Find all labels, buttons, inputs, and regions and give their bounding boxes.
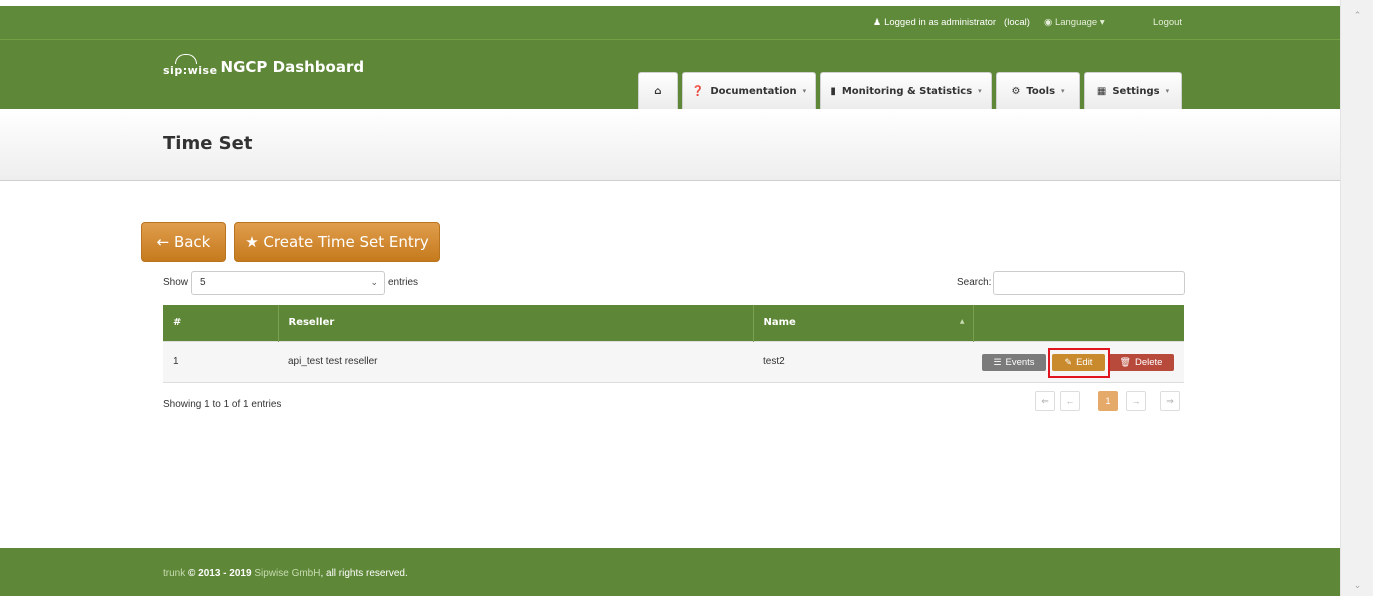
column-header-reseller[interactable]: Reseller: [278, 305, 754, 341]
caret-down-icon: ▾: [1061, 87, 1065, 95]
nav-tools-label: Tools: [1026, 85, 1056, 97]
home-icon: ⌂: [654, 85, 662, 97]
signal-bars-icon: ▮: [830, 85, 836, 97]
delete-label: Delete: [1134, 357, 1163, 368]
pager-prev[interactable]: ←: [1060, 391, 1080, 411]
gear-icon: ⚙: [1011, 85, 1021, 97]
question-icon: ❓: [691, 85, 705, 97]
rights-text: , all rights reserved.: [320, 568, 408, 579]
page-size-value: 5: [200, 277, 206, 288]
cell-name: test2: [753, 340, 973, 383]
create-time-set-entry-button[interactable]: ★ Create Time Set Entry: [234, 222, 440, 262]
nav-documentation-label: Documentation: [710, 85, 797, 97]
nav-settings[interactable]: ▦ Settings ▾: [1084, 72, 1182, 109]
nav-monitoring-label: Monitoring & Statistics: [841, 85, 973, 97]
language-label: Language: [1054, 17, 1098, 28]
version-link[interactable]: trunk: [163, 568, 185, 579]
column-header-id[interactable]: #: [163, 305, 279, 341]
list-icon: ☰: [993, 357, 1002, 367]
cell-id: 1: [163, 340, 278, 383]
nav-documentation[interactable]: ❓ Documentation ▾: [682, 72, 816, 109]
footer-text: trunk © 2013 - 2019 Sipwise GmbH, all ri…: [163, 568, 408, 579]
column-header-name[interactable]: Name ▲: [753, 305, 974, 341]
vertical-scrollbar[interactable]: ⌃ ⌄: [1340, 0, 1373, 596]
show-label: Show: [163, 277, 189, 288]
column-header-actions: [973, 305, 1184, 341]
search-label: Search:: [957, 277, 992, 288]
cloud-icon: [175, 54, 197, 64]
scroll-up-arrow-icon[interactable]: ⌃: [1341, 10, 1373, 21]
edit-highlight-box: [1048, 348, 1110, 378]
caret-down-icon: ▾: [1165, 87, 1170, 95]
nav-settings-label: Settings: [1112, 85, 1160, 97]
nav-home-button[interactable]: ⌂: [638, 72, 678, 109]
globe-icon: ◉: [1044, 17, 1053, 28]
page-header: Time Set: [0, 109, 1340, 181]
user-icon: ♟: [873, 17, 882, 27]
sort-asc-icon: ▲: [959, 318, 965, 325]
pager-next[interactable]: →: [1126, 391, 1146, 411]
logged-in-text: Logged in as administrator: [884, 17, 997, 28]
entries-label: entries: [388, 277, 419, 288]
logout-link[interactable]: Logout: [1153, 17, 1182, 28]
company-link[interactable]: Sipwise GmbH: [254, 568, 320, 579]
caret-down-icon: ▾: [802, 87, 807, 95]
pager-last[interactable]: ⇒: [1160, 391, 1180, 411]
sipwise-logo[interactable]: sip:wise NGCP Dashboard: [163, 54, 365, 77]
top-userbar: ♟ Logged in as administrator (local) ◉ Lan…: [0, 6, 1340, 39]
pagination-info: Showing 1 to 1 of 1 entries: [163, 399, 282, 410]
events-label: Events: [1005, 357, 1035, 368]
column-header-name-label: Name: [763, 317, 796, 329]
trash-icon: 🗑: [1119, 357, 1131, 367]
grid-icon: ▦: [1096, 85, 1107, 97]
page-title: Time Set: [163, 133, 253, 154]
pager-page-1[interactable]: 1: [1098, 391, 1118, 411]
main-navbar: sip:wise NGCP Dashboard ⌂ ❓ Documentation…: [0, 39, 1340, 109]
copyright: © 2013 - 2019: [188, 568, 252, 579]
brand-title: NGCP Dashboard: [220, 58, 365, 76]
cell-reseller: api_test test reseller: [278, 340, 753, 383]
language-dropdown[interactable]: ◉ Language ▾: [1044, 17, 1105, 28]
table-header-row: # Reseller Name ▲: [163, 305, 1184, 341]
events-button[interactable]: ☰ Events: [982, 354, 1046, 371]
brand-sip: sip:wise: [163, 64, 218, 77]
nav-monitoring[interactable]: ▮ Monitoring & Statistics ▾: [820, 72, 992, 109]
search-input[interactable]: [993, 271, 1185, 295]
caret-down-icon: ▾: [978, 87, 982, 95]
pager-first[interactable]: ⇐: [1035, 391, 1055, 411]
realm-label: (local): [1004, 17, 1030, 28]
scroll-down-arrow-icon[interactable]: ⌄: [1341, 580, 1373, 591]
page-size-select[interactable]: 5 ⌄: [191, 271, 385, 295]
nav-tools[interactable]: ⚙ Tools ▾: [996, 72, 1080, 109]
logged-in-info: ♟ Logged in as administrator (local): [873, 17, 1030, 28]
caret-down-icon: ▾: [1099, 17, 1105, 28]
chevron-down-icon: ⌄: [370, 277, 378, 287]
delete-button[interactable]: 🗑 Delete: [1108, 354, 1174, 371]
back-button[interactable]: ← Back: [141, 222, 226, 262]
footer: trunk © 2013 - 2019 Sipwise GmbH, all ri…: [0, 548, 1340, 596]
